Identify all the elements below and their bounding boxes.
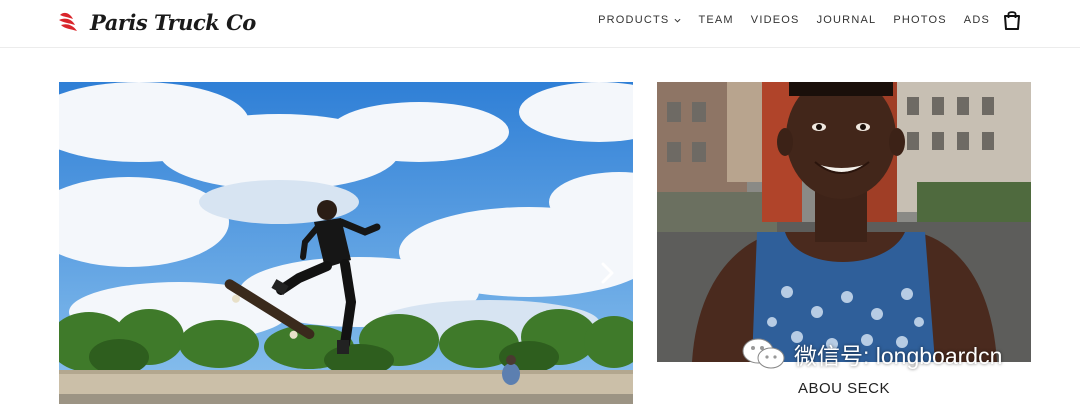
main-nav: PRODUCTS TEAM VIDEOS JOURNAL PHOTOS ADS [598, 6, 1022, 34]
rider-name[interactable]: ABOU SECK [657, 380, 1031, 397]
rider-card-image[interactable] [657, 82, 1031, 362]
wechat-icon [742, 338, 785, 369]
nav-journal[interactable]: JOURNAL [817, 14, 877, 26]
shopping-bag-icon[interactable] [1002, 9, 1022, 31]
nav-videos[interactable]: VIDEOS [751, 14, 800, 26]
nav-photos[interactable]: PHOTOS [893, 14, 946, 26]
brand-logo[interactable]: Paris Truck Co [58, 6, 256, 38]
site-header: Paris Truck Co PRODUCTS TEAM VIDEOS JOUR… [0, 0, 1080, 48]
skateboarder-jumping-photo [59, 82, 633, 404]
chevron-right-icon[interactable] [597, 260, 619, 286]
wechat-watermark: 微信号: longboardcn [740, 336, 1002, 372]
rider-portrait-photo [657, 82, 1031, 362]
nav-products[interactable]: PRODUCTS [598, 14, 681, 26]
brand-name: Paris Truck Co [90, 9, 256, 35]
watermark-text: 微信号: longboardcn [794, 343, 1003, 369]
nav-team[interactable]: TEAM [698, 14, 733, 26]
hero-slider [59, 82, 633, 404]
nav-ads[interactable]: ADS [964, 14, 990, 26]
chevron-down-icon [674, 18, 681, 23]
wing-logo-icon [59, 12, 77, 31]
nav-products-label: PRODUCTS [598, 14, 670, 26]
